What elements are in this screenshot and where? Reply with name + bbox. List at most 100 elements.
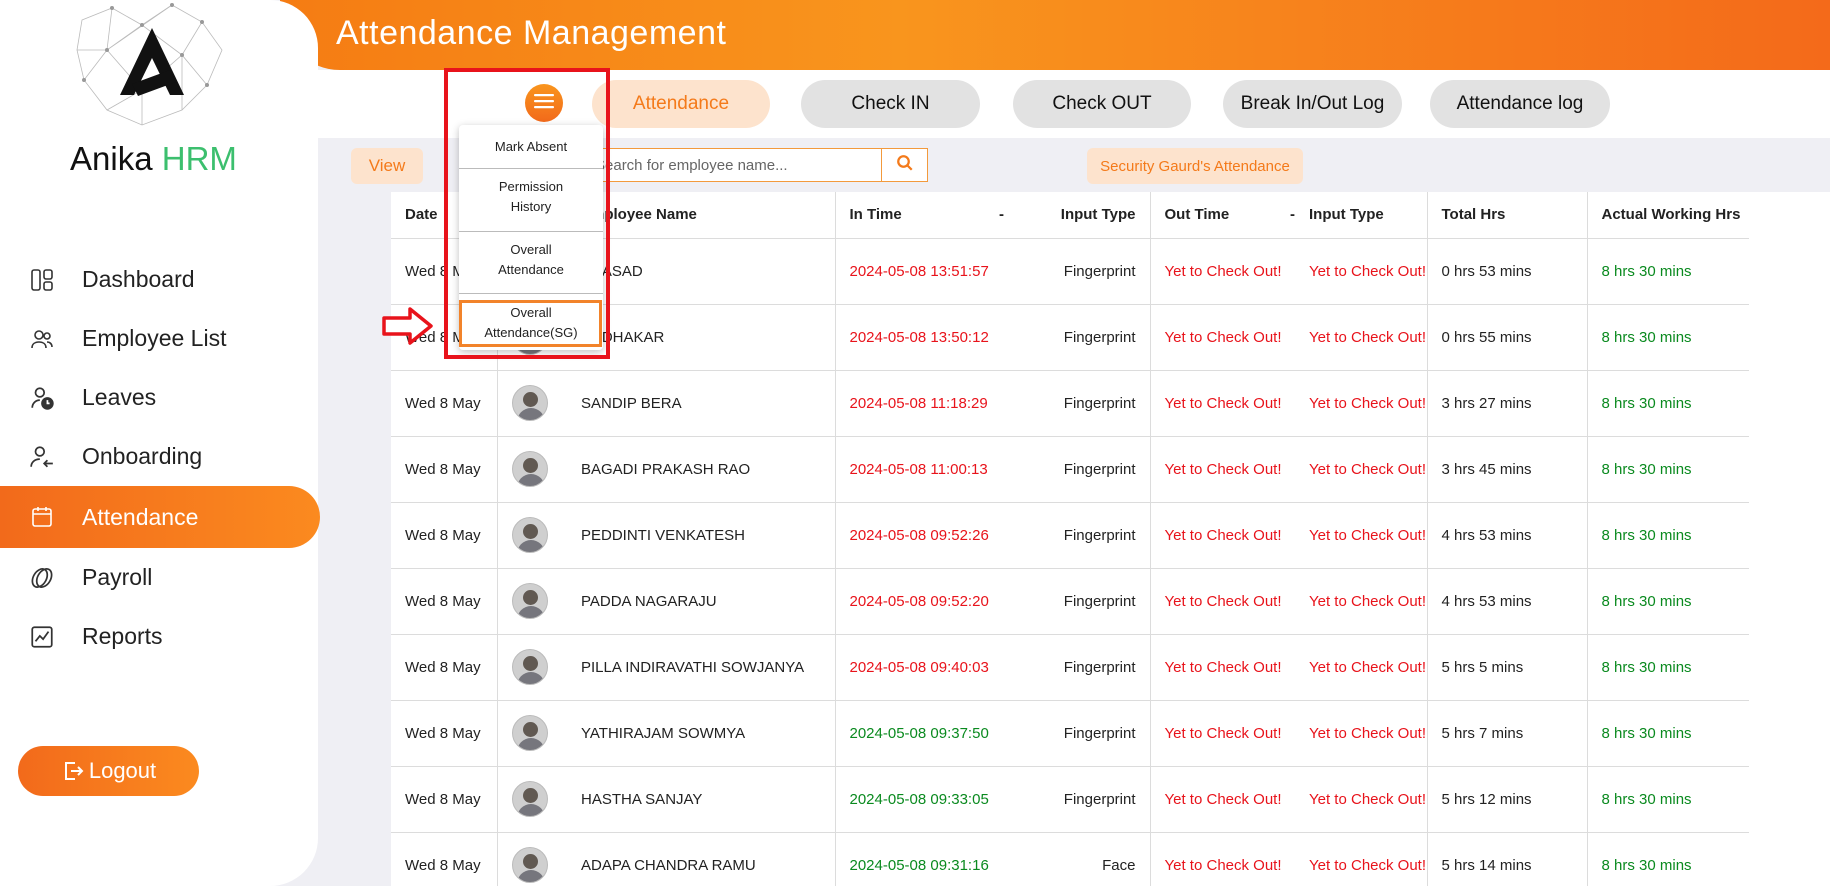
- table-row[interactable]: Wed 8 May SANDIP BERA 2024-05-08 11:18:29 F…: [391, 370, 1830, 437]
- table-row[interactable]: Wed 8 May PRASAD 2024-05-08 13:51:57 Finger…: [391, 238, 1830, 305]
- avatar: [511, 715, 548, 751]
- col-header-input-type-out[interactable]: Input Type: [1295, 192, 1428, 239]
- avatar: [511, 451, 548, 487]
- hamburger-icon: [534, 93, 554, 114]
- cell-in-input-type: Fingerprint: [1010, 634, 1151, 701]
- user-arrow-icon: [28, 443, 56, 471]
- sidebar-item-dashboard[interactable]: Dashboard: [0, 250, 322, 309]
- cell-in-time: 2024-05-08 09:40:03: [835, 634, 1010, 701]
- cell-out-time: Yet to Check Out!: [1150, 304, 1295, 371]
- cell-out-time: Yet to Check Out!: [1150, 832, 1295, 886]
- table-row[interactable]: Wed 8 May ADAPA CHANDRA RAMU 2024-05-08 09…: [391, 832, 1830, 886]
- avatar: [511, 583, 548, 619]
- menu-toggle-button[interactable]: [525, 84, 563, 122]
- search-input[interactable]: [581, 149, 881, 181]
- table-row[interactable]: Wed 8 May BAGADI PRAKASH RAO 2024-05-08 11…: [391, 436, 1830, 503]
- menu-item-overall-attendance[interactable]: Overall Attendance: [459, 240, 603, 280]
- sidebar-item-attendance[interactable]: Attendance: [0, 486, 320, 548]
- sidebar-item-label: Payroll: [82, 564, 153, 590]
- tab-attendance[interactable]: Attendance: [592, 80, 770, 128]
- sidebar-item-label: Employee List: [82, 325, 227, 351]
- menu-item-permission-history[interactable]: Permission History: [459, 177, 603, 217]
- avatar: [511, 781, 548, 817]
- tab-break-log[interactable]: Break In/Out Log: [1223, 80, 1402, 128]
- col-header-input-type[interactable]: Input Type: [1010, 192, 1151, 239]
- sidebar-item-employee-list[interactable]: Employee List: [0, 309, 322, 368]
- col-header-out-time-label: Out Time: [1164, 206, 1230, 224]
- cell-out-time: Yet to Check Out!: [1150, 238, 1295, 305]
- brand-name: Anika HRM: [70, 140, 237, 178]
- sidebar-item-leaves[interactable]: Leaves: [0, 368, 322, 427]
- cell-date: Wed 8 May: [391, 436, 498, 503]
- view-button[interactable]: View: [351, 148, 423, 184]
- cell-employee-name: BAGADI PRAKASH RAO: [567, 436, 836, 503]
- cell-actual-working-hrs: 8 hrs 30 mins: [1587, 700, 1749, 767]
- report-chart-icon: [28, 623, 56, 651]
- page-header: Attendance Management: [280, 0, 1830, 70]
- menu-item-mark-absent[interactable]: Mark Absent: [459, 137, 603, 157]
- cell-out-time: Yet to Check Out!: [1150, 436, 1295, 503]
- cell-actual-working-hrs: 8 hrs 30 mins: [1587, 502, 1749, 569]
- cell-out-input-type: Yet to Check Out!: [1295, 766, 1428, 833]
- cell-out-time: Yet to Check Out!: [1150, 502, 1295, 569]
- sidebar-item-reports[interactable]: Reports: [0, 607, 322, 666]
- menu-divider: [459, 231, 603, 232]
- cell-in-input-type: Fingerprint: [1010, 304, 1151, 371]
- table-row[interactable]: Wed 8 May PILLA INDIRAVATHI SOWJANYA 2024-…: [391, 634, 1830, 701]
- logout-button[interactable]: Logout: [18, 746, 199, 796]
- sidebar-item-onboarding[interactable]: Onboarding: [0, 427, 322, 486]
- cell-out-input-type: Yet to Check Out!: [1295, 436, 1428, 503]
- attendance-table: Date Employee Name In Time - Input Type …: [391, 192, 1830, 886]
- sidebar-item-label: Leaves: [82, 384, 157, 410]
- cell-out-input-type: Yet to Check Out!: [1295, 832, 1428, 886]
- tab-check-in[interactable]: Check IN: [801, 80, 980, 128]
- col-header-total-hrs[interactable]: Total Hrs: [1427, 192, 1588, 239]
- table-row[interactable]: Wed 8 May PADDA NAGARAJU 2024-05-08 09:52:…: [391, 568, 1830, 635]
- cell-actual-working-hrs: 8 hrs 30 mins: [1587, 832, 1749, 886]
- cell-employee-name: SUDHAKAR: [567, 304, 836, 371]
- table-row[interactable]: Wed 8 May HASTHA SANJAY 2024-05-08 09:33:0…: [391, 766, 1830, 833]
- cell-actual-working-hrs: 8 hrs 30 mins: [1587, 304, 1749, 371]
- annotation-arrow-icon: [382, 306, 434, 351]
- table-row[interactable]: Wed 8 May YATHIRAJAM SOWMYA 2024-05-08 09:…: [391, 700, 1830, 767]
- tab-check-out[interactable]: Check OUT: [1013, 80, 1191, 128]
- cell-total-hrs: 3 hrs 45 mins: [1427, 436, 1588, 503]
- cell-in-input-type: Fingerprint: [1010, 766, 1151, 833]
- logout-label: Logout: [88, 758, 157, 783]
- table-row[interactable]: Wed 8 May PEDDINTI VENKATESH 2024-05-08 09…: [391, 502, 1830, 569]
- cell-out-input-type: Yet to Check Out!: [1295, 568, 1428, 635]
- menu-item-overall-attendance-sg[interactable]: Overall Attendance(SG): [459, 303, 603, 343]
- cell-in-time: 2024-05-08 09:33:05: [835, 766, 1010, 833]
- table-row[interactable]: Wed 8 May SUDHAKAR 2024-05-08 13:50:12 Fing…: [391, 304, 1830, 371]
- search-button[interactable]: [881, 149, 927, 181]
- cell-out-input-type: Yet to Check Out!: [1295, 370, 1428, 437]
- dashboard-icon: [28, 266, 56, 294]
- cell-actual-working-hrs: 8 hrs 30 mins: [1587, 436, 1749, 503]
- cell-actual-working-hrs: 8 hrs 30 mins: [1587, 238, 1749, 305]
- cell-out-input-type: Yet to Check Out!: [1295, 502, 1428, 569]
- brand-suffix: HRM: [161, 140, 237, 177]
- sidebar-item-label: Onboarding: [82, 443, 203, 469]
- cell-total-hrs: 3 hrs 27 mins: [1427, 370, 1588, 437]
- tab-attendance-log[interactable]: Attendance log: [1430, 80, 1610, 128]
- security-guard-attendance-button[interactable]: Security Gaurd's Attendance: [1087, 148, 1303, 184]
- sidebar-item-payroll[interactable]: Payroll: [0, 548, 322, 607]
- cell-actual-working-hrs: 8 hrs 30 mins: [1587, 370, 1749, 437]
- sidebar: Anika HRM Dashboard Employee List Leaves…: [0, 0, 320, 886]
- cell-total-hrs: 5 hrs 12 mins: [1427, 766, 1588, 833]
- cell-date: Wed 8 May: [391, 634, 498, 701]
- col-header-actual-working-hrs[interactable]: Actual Working Hrs: [1587, 192, 1749, 239]
- cell-in-input-type: Face: [1010, 832, 1151, 886]
- logout-icon: [61, 759, 85, 783]
- cell-total-hrs: 0 hrs 55 mins: [1427, 304, 1588, 371]
- cell-date: Wed 8 May: [391, 832, 498, 886]
- cell-employee-name: PILLA INDIRAVATHI SOWJANYA: [567, 634, 836, 701]
- options-dropdown-menu: Mark Absent Permission History Overall A…: [459, 125, 603, 350]
- avatar: [511, 517, 548, 553]
- col-header-out-time[interactable]: Out Time -: [1150, 192, 1295, 239]
- col-header-employee-name[interactable]: Employee Name: [567, 192, 836, 239]
- brand-logo: [72, 0, 232, 130]
- col-header-in-time[interactable]: In Time -: [835, 192, 1010, 239]
- app-root: Attendance Management Anika HRM Dashboar…: [0, 0, 1830, 886]
- sidebar-nav: Dashboard Employee List Leaves Onboardin…: [0, 250, 322, 666]
